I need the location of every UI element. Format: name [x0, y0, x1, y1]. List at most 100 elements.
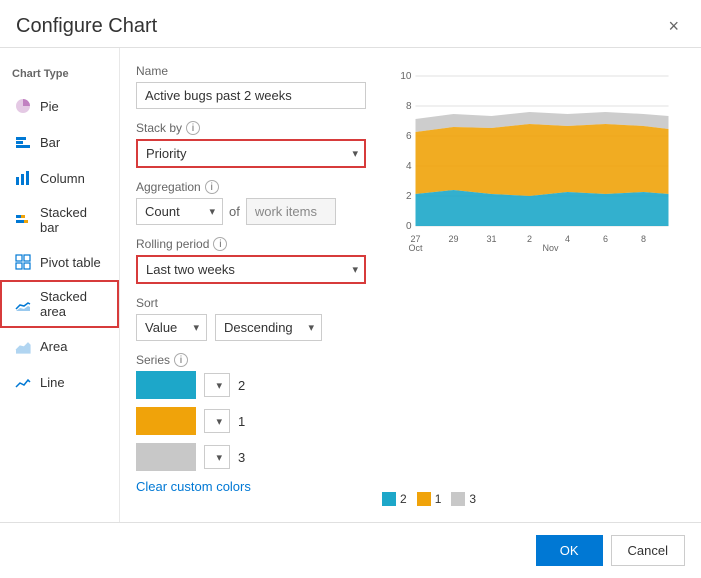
chart-section: 10 8 6 4 2 0: [382, 64, 685, 506]
sidebar-item-line[interactable]: Line: [0, 364, 119, 400]
cancel-button[interactable]: Cancel: [611, 535, 685, 566]
svg-text:2: 2: [527, 234, 532, 244]
rolling-period-select[interactable]: Last two weeks Last month Last quarter: [136, 255, 366, 284]
series-2-label: 1: [238, 414, 258, 429]
svg-text:29: 29: [448, 234, 458, 244]
legend-label-3: 3: [469, 492, 476, 506]
series-1-select-wrapper: ▾: [204, 373, 230, 397]
dialog-header: Configure Chart ×: [0, 0, 701, 48]
legend-swatch-3: [451, 492, 465, 506]
aggregation-field-group: Aggregation i Count Sum Average ▾ of: [136, 180, 366, 225]
svg-text:2: 2: [406, 191, 412, 202]
series-1-color-swatch[interactable]: [136, 371, 196, 399]
legend-swatch-2: [382, 492, 396, 506]
legend-item-2: 2: [382, 492, 407, 506]
svg-text:6: 6: [603, 234, 608, 244]
sidebar-item-pie-label: Pie: [40, 99, 59, 114]
series-label: Series i: [136, 353, 366, 367]
sidebar-item-column-label: Column: [40, 171, 85, 186]
stacked-bar-icon: [14, 211, 32, 229]
name-label: Name: [136, 64, 366, 78]
main-content: Name Stack by i Priority Severity Stat: [120, 48, 701, 522]
legend-label-2: 2: [400, 492, 407, 506]
legend-label-1: 1: [435, 492, 442, 506]
series-2-select[interactable]: [204, 409, 230, 433]
series-3-select[interactable]: [204, 445, 230, 469]
series-2-color-swatch[interactable]: [136, 407, 196, 435]
chart-canvas: 10 8 6 4 2 0: [382, 64, 685, 484]
sidebar-item-column[interactable]: Column: [0, 160, 119, 196]
stack-by-select-wrapper: Priority Severity State Assigned To ▾: [136, 139, 366, 168]
sort-field-group: Sort Value Label ▾ Descending: [136, 296, 366, 341]
chart-type-sidebar: Chart Type Pie: [0, 48, 120, 522]
svg-text:31: 31: [486, 234, 496, 244]
sidebar-item-stacked-area-label: Stacked area: [40, 289, 105, 319]
aggregation-field-input: [246, 198, 336, 225]
svg-text:Oct: Oct: [408, 243, 423, 253]
configure-chart-dialog: Configure Chart × Chart Type Pie: [0, 0, 701, 578]
series-3-label: 3: [238, 450, 258, 465]
aggregation-info-icon[interactable]: i: [205, 180, 219, 194]
rolling-period-info-icon[interactable]: i: [213, 237, 227, 251]
chart-svg: 10 8 6 4 2 0: [382, 64, 685, 284]
pivot-icon: [14, 253, 32, 271]
aggregation-count-wrapper: Count Sum Average ▾: [136, 198, 223, 225]
stack-by-field-group: Stack by i Priority Severity State Assig…: [136, 121, 366, 168]
rolling-period-label: Rolling period i: [136, 237, 366, 251]
clear-colors-link[interactable]: Clear custom colors: [136, 479, 251, 494]
stack-by-select[interactable]: Priority Severity State Assigned To: [136, 139, 366, 168]
sort-label: Sort: [136, 296, 366, 310]
svg-text:6: 6: [406, 131, 412, 142]
bar-icon: [14, 133, 32, 151]
series-3-select-wrapper: ▾: [204, 445, 230, 469]
series-row-3: ▾ 3: [136, 443, 366, 471]
name-input[interactable]: [136, 82, 366, 109]
sidebar-item-bar-label: Bar: [40, 135, 60, 150]
aggregation-of-text: of: [229, 204, 240, 219]
sidebar-item-stacked-area[interactable]: Stacked area: [0, 280, 119, 328]
series-1-select[interactable]: [204, 373, 230, 397]
dialog-body: Chart Type Pie: [0, 48, 701, 522]
series-row-2: ▾ 1: [136, 407, 366, 435]
series-3-color-swatch[interactable]: [136, 443, 196, 471]
svg-text:0: 0: [406, 221, 412, 232]
sidebar-item-pivot-table[interactable]: Pivot table: [0, 244, 119, 280]
aggregation-row: Count Sum Average ▾ of: [136, 198, 366, 225]
sort-by-select[interactable]: Value Label: [136, 314, 207, 341]
pie-icon: [14, 97, 32, 115]
sort-order-select[interactable]: Descending Ascending: [215, 314, 322, 341]
sidebar-item-pie[interactable]: Pie: [0, 88, 119, 124]
sidebar-item-bar[interactable]: Bar: [0, 124, 119, 160]
rolling-period-field-group: Rolling period i Last two weeks Last mon…: [136, 237, 366, 284]
series-info-icon[interactable]: i: [174, 353, 188, 367]
sidebar-item-area[interactable]: Area: [0, 328, 119, 364]
svg-text:8: 8: [406, 101, 412, 112]
name-field-group: Name: [136, 64, 366, 109]
legend-item-3: 3: [451, 492, 476, 506]
aggregation-count-select[interactable]: Count Sum Average: [136, 198, 223, 225]
sidebar-item-stacked-bar[interactable]: Stacked bar: [0, 196, 119, 244]
svg-text:8: 8: [641, 234, 646, 244]
ok-button[interactable]: OK: [536, 535, 603, 566]
sidebar-item-pivot-table-label: Pivot table: [40, 255, 101, 270]
sort-row: Value Label ▾ Descending Ascending ▾: [136, 314, 366, 341]
legend-item-1: 1: [417, 492, 442, 506]
aggregation-label: Aggregation i: [136, 180, 366, 194]
rolling-period-select-wrapper: Last two weeks Last month Last quarter ▾: [136, 255, 366, 284]
dialog-title: Configure Chart: [16, 15, 157, 38]
sidebar-item-area-label: Area: [40, 339, 67, 354]
sort-order-select-wrapper: Descending Ascending ▾: [215, 314, 322, 341]
sort-by-select-wrapper: Value Label ▾: [136, 314, 207, 341]
series-1-label: 2: [238, 378, 258, 393]
series-row-1: ▾ 2: [136, 371, 366, 399]
svg-text:4: 4: [406, 161, 412, 172]
line-icon: [14, 373, 32, 391]
close-button[interactable]: ×: [662, 14, 685, 39]
svg-text:4: 4: [565, 234, 570, 244]
stack-by-info-icon[interactable]: i: [186, 121, 200, 135]
sidebar-item-line-label: Line: [40, 375, 65, 390]
series-field-group: Series i ▾ 2: [136, 353, 366, 494]
svg-text:Nov: Nov: [542, 243, 559, 253]
sidebar-item-stacked-bar-label: Stacked bar: [40, 205, 105, 235]
svg-text:10: 10: [400, 71, 412, 82]
